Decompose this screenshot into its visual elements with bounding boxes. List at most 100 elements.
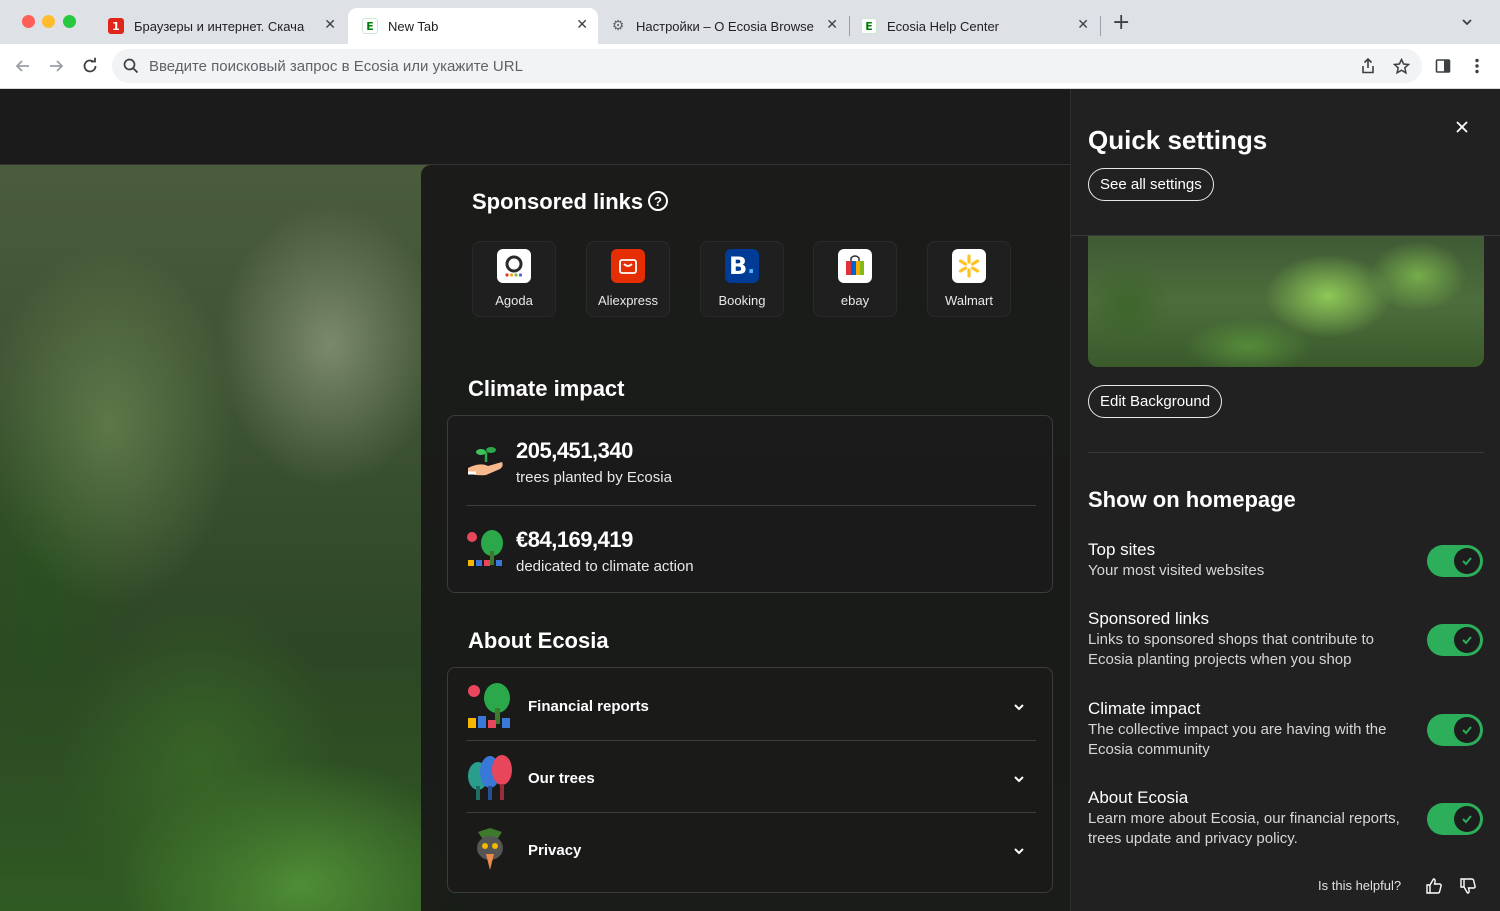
check-icon <box>1454 548 1480 574</box>
sponsored-links-title: Sponsored links <box>472 189 644 214</box>
pref-desc: Links to sponsored shops that contribute… <box>1088 631 1375 668</box>
close-icon[interactable]: ✕ <box>1077 17 1089 33</box>
financial-reports-row[interactable]: Financial reports <box>466 680 1036 736</box>
address-bar[interactable]: Введите поисковый запрос в Ecosia или ук… <box>112 49 1422 83</box>
close-icon[interactable] <box>1454 119 1470 135</box>
about-ecosia-toggle[interactable] <box>1427 803 1483 835</box>
pref-about-ecosia: About Ecosia Learn more about Ecosia, ou… <box>1088 787 1484 849</box>
finance-tree-icon <box>466 682 514 737</box>
our-trees-label: Our trees <box>528 770 595 787</box>
pref-title: About Ecosia <box>1088 788 1189 807</box>
climate-impact-toggle[interactable] <box>1427 714 1483 746</box>
edit-background-button[interactable]: Edit Background <box>1088 385 1223 418</box>
site-tile-walmart[interactable]: Walmart <box>927 241 1011 317</box>
about-ecosia-title: About Ecosia <box>468 628 609 653</box>
chevron-down-icon[interactable] <box>1460 15 1474 34</box>
new-tab-page: Sponsored links ? Agoda Aliexpress B. Bo… <box>0 89 1070 911</box>
gear-icon: ⚙ <box>611 18 625 34</box>
tab-softonic[interactable]: 1 Браузеры и интернет. Скача ✕ <box>98 8 346 44</box>
check-icon <box>1454 806 1480 832</box>
our-trees-row[interactable]: Our trees <box>466 752 1036 808</box>
new-tab-button[interactable]: + <box>1112 12 1130 34</box>
agoda-icon <box>497 249 531 283</box>
tree-hand-icon <box>466 442 506 487</box>
climate-impact-card: 205,451,340 trees planted by Ecosia €84,… <box>447 415 1053 593</box>
top-sites-toggle[interactable] <box>1427 545 1483 577</box>
pref-climate-impact: Climate impact The collective impact you… <box>1088 698 1484 760</box>
kebab-menu-icon[interactable] <box>1466 55 1488 77</box>
help-icon[interactable]: ? <box>648 191 668 211</box>
ecosia-icon: E <box>861 18 877 34</box>
climate-impact-title: Climate impact <box>468 376 625 401</box>
trees-label: trees planted by Ecosia <box>516 469 672 486</box>
feedback-bar: Is this helpful? <box>1071 865 1500 911</box>
divider <box>466 812 1036 813</box>
tab-title: New Tab <box>388 18 439 34</box>
pref-top-sites: Top sites Your most visited websites <box>1088 539 1484 581</box>
trees-stat: 205,451,340 trees planted by Ecosia <box>466 438 1036 498</box>
search-icon <box>123 58 139 79</box>
share-icon[interactable] <box>1357 55 1379 77</box>
tab-strip: 1 Браузеры и интернет. Скача ✕ E New Tab… <box>0 0 1500 44</box>
tab-settings[interactable]: ⚙ Настройки – О Ecosia Browse ✕ <box>600 8 848 44</box>
back-icon[interactable] <box>12 55 34 77</box>
chevron-down-icon[interactable] <box>1012 844 1026 863</box>
zoom-window-button[interactable] <box>63 15 76 28</box>
thumbs-down-icon[interactable] <box>1459 877 1477 895</box>
tab-title: Ecosia Help Center <box>887 18 999 34</box>
close-icon[interactable]: ✕ <box>826 17 838 33</box>
tab-divider <box>849 16 850 36</box>
softonic-icon: 1 <box>108 18 124 34</box>
reload-icon[interactable] <box>79 55 101 77</box>
sponsored-links-toggle[interactable] <box>1427 624 1483 656</box>
side-panel-icon[interactable] <box>1432 55 1454 77</box>
pref-desc: Learn more about Ecosia, our financial r… <box>1088 810 1400 847</box>
pref-desc: The collective impact you are having wit… <box>1088 721 1387 758</box>
site-label: ebay <box>840 293 870 308</box>
close-icon[interactable]: ✕ <box>576 17 588 33</box>
helpful-prompt: Is this helpful? <box>1318 878 1402 893</box>
tab-help-center[interactable]: E Ecosia Help Center ✕ <box>851 8 1099 44</box>
browser-toolbar: Введите поисковый запрос в Ecosia или ук… <box>0 44 1500 89</box>
site-label: Aliexpress <box>598 293 658 308</box>
site-label: Agoda <box>495 293 533 308</box>
site-tile-ebay[interactable]: ebay <box>813 241 897 317</box>
site-label: Walmart <box>945 293 993 308</box>
money-amount: €84,169,419 <box>516 527 633 552</box>
see-all-settings-button[interactable]: See all settings <box>1088 168 1214 201</box>
about-ecosia-card: Financial reports Our trees Privacy <box>447 667 1053 893</box>
check-icon <box>1454 627 1480 653</box>
aliexpress-icon <box>611 249 645 283</box>
money-label: dedicated to climate action <box>516 558 694 575</box>
pref-title: Top sites <box>1088 540 1156 559</box>
tab-title: Браузеры и интернет. Скача <box>134 18 305 34</box>
pref-title: Sponsored links <box>1088 609 1209 628</box>
close-window-button[interactable] <box>22 15 35 28</box>
divider <box>1088 452 1484 453</box>
bookmark-star-icon[interactable] <box>1390 55 1412 77</box>
minimize-window-button[interactable] <box>42 15 55 28</box>
pref-sponsored-links: Sponsored links Links to sponsored shops… <box>1088 608 1484 670</box>
ecosia-icon: E <box>362 18 378 34</box>
forward-icon[interactable] <box>45 55 67 77</box>
privacy-row[interactable]: Privacy <box>466 824 1036 880</box>
divider <box>466 740 1036 741</box>
address-placeholder: Введите поисковый запрос в Ecosia или ук… <box>149 58 523 75</box>
show-on-homepage-title: Show on homepage <box>1088 487 1296 512</box>
close-icon[interactable]: ✕ <box>324 17 336 33</box>
walmart-icon <box>952 249 986 283</box>
quick-settings-title: Quick settings <box>1088 125 1268 155</box>
tab-new-tab[interactable]: E New Tab ✕ <box>348 8 598 44</box>
trees-icon <box>466 754 514 809</box>
thumbs-up-icon[interactable] <box>1425 877 1443 895</box>
chevron-down-icon[interactable] <box>1012 772 1026 791</box>
finance-tree-icon <box>466 529 506 578</box>
site-tile-booking[interactable]: B. Booking <box>700 241 784 317</box>
tab-divider <box>1100 16 1101 36</box>
pref-desc: Your most visited websites <box>1088 562 1265 579</box>
site-tile-agoda[interactable]: Agoda <box>472 241 556 317</box>
chevron-down-icon[interactable] <box>1012 700 1026 719</box>
privacy-bird-icon <box>468 826 512 881</box>
site-tile-aliexpress[interactable]: Aliexpress <box>586 241 670 317</box>
content-panel: Sponsored links ? Agoda Aliexpress B. Bo… <box>421 165 1070 911</box>
